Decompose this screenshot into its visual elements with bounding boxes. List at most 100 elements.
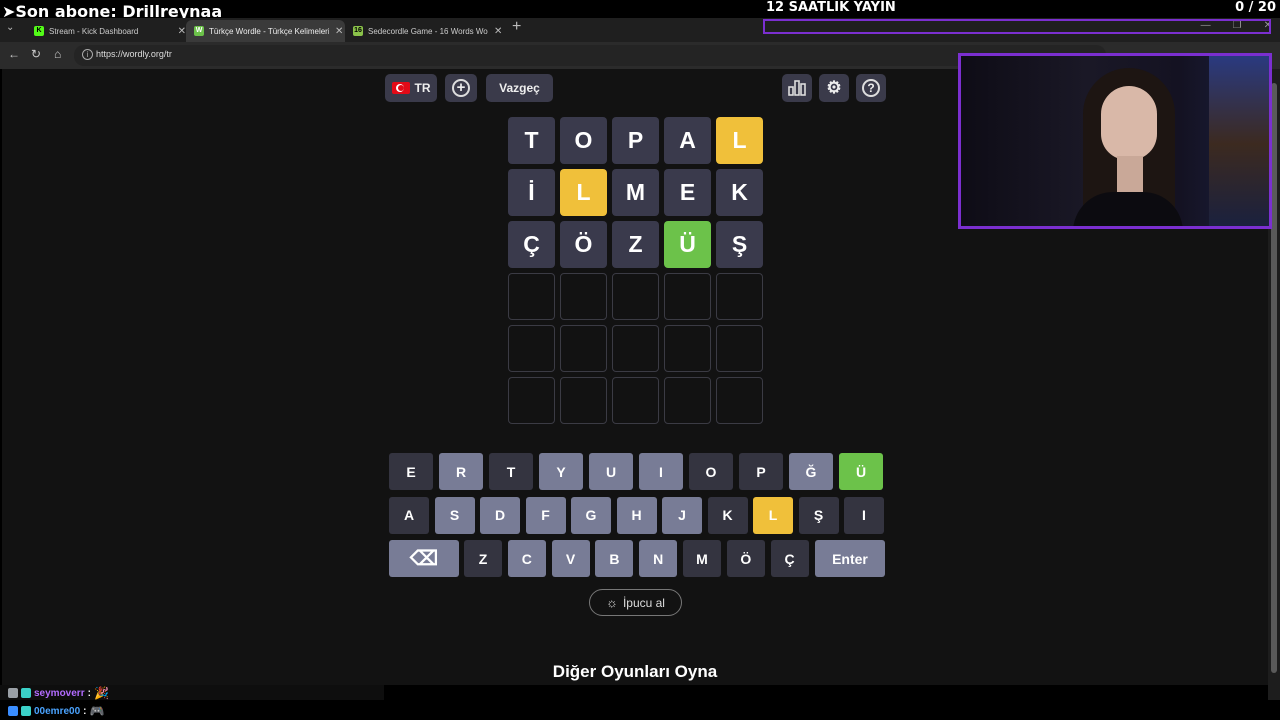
goal-counter: 0 / 20 [1235, 0, 1276, 15]
board-tile: O [560, 117, 607, 164]
key-y[interactable]: Y [539, 453, 583, 490]
key-i[interactable]: I [639, 453, 683, 490]
board-tile [560, 273, 607, 320]
tab-title: Türkçe Wordle - Türkçe Kelimeleri [209, 26, 329, 36]
key-m[interactable]: M [683, 540, 721, 577]
other-games-heading: Diğer Oyunları Oyna [552, 662, 718, 681]
key-h[interactable]: H [616, 496, 657, 534]
key-p[interactable]: P [739, 453, 783, 490]
key-ğ[interactable]: Ğ [789, 453, 833, 490]
help-icon: ? [862, 79, 880, 97]
chat-separator: : [87, 687, 91, 699]
board-tile: P [612, 117, 659, 164]
chat-badge-icon [21, 688, 31, 698]
give-up-button[interactable]: Vazgeç [486, 74, 553, 102]
key-s[interactable]: S [434, 496, 475, 534]
key-l[interactable]: L [753, 496, 793, 534]
hint-label: İpucu al [622, 595, 665, 610]
language-label: TR [414, 81, 431, 95]
key-v[interactable]: V [551, 540, 590, 577]
tab-close-icon[interactable]: ✕ [335, 26, 343, 37]
board-tile [508, 273, 555, 320]
board-tile [716, 273, 763, 320]
key-u[interactable]: U [589, 453, 633, 490]
board-tile [716, 377, 763, 424]
key-r[interactable]: R [439, 453, 483, 490]
tab-search-chevron-icon[interactable]: ⌄ [6, 22, 14, 33]
board-tile: T [508, 117, 555, 164]
chat-message: seymoverr : 🎉 [8, 686, 109, 700]
key-ç[interactable]: Ç [770, 540, 809, 577]
tab-kick-dashboard[interactable]: K Stream - Kick Dashboard ✕ [26, 20, 186, 42]
key-i[interactable]: I [844, 496, 884, 534]
stats-button[interactable] [782, 74, 812, 102]
board-tile: Ş [716, 221, 763, 268]
wordle-favicon-icon: W [194, 26, 204, 36]
webcam-overlay [958, 53, 1272, 229]
get-hint-button[interactable]: ☼ İpucu al [589, 589, 682, 616]
board-tile [612, 377, 659, 424]
tab-title: Stream - Kick Dashboard [49, 26, 139, 36]
tab-close-icon[interactable]: ✕ [178, 26, 186, 37]
home-icon[interactable]: ⌂ [54, 47, 61, 61]
board-tile: L [716, 117, 763, 164]
board-tile: Ö [560, 221, 607, 268]
key-j[interactable]: J [662, 496, 702, 534]
key-t[interactable]: T [489, 453, 533, 490]
key-g[interactable]: G [571, 496, 611, 534]
key-o[interactable]: O [689, 453, 733, 490]
key-z[interactable]: Z [464, 540, 502, 577]
board-tile [508, 325, 555, 372]
site-info-icon[interactable]: i [82, 49, 93, 60]
new-game-button[interactable]: + [445, 74, 477, 102]
board-tile: L [560, 169, 607, 216]
board-tile: E [664, 169, 711, 216]
key-e[interactable]: E [389, 453, 433, 490]
key-ü[interactable]: Ü [839, 453, 883, 490]
bottom-overlay [0, 700, 1280, 720]
stats-icon [788, 80, 806, 96]
board-tile [664, 273, 711, 320]
plus-circle-icon: + [452, 79, 470, 97]
board-tile [560, 325, 607, 372]
emote-icon: 🎮 [89, 704, 105, 718]
backspace-key[interactable]: ⌫ [389, 540, 459, 577]
chat-separator: : [83, 705, 87, 717]
reload-icon[interactable]: ↻ [31, 47, 41, 61]
tab-turkce-wordle[interactable]: W Türkçe Wordle - Türkçe Kelimeleri ✕ [186, 20, 345, 42]
chat-badge-icon [21, 706, 31, 716]
help-button[interactable]: ? [856, 74, 886, 102]
board-tile [664, 377, 711, 424]
tab-close-icon[interactable]: ✕ [494, 26, 502, 37]
tab-sedecordle[interactable]: 16 Sedecordle Game - 16 Words Wor ✕ [345, 20, 505, 42]
board-tile: M [612, 169, 659, 216]
url-field[interactable]: i https://wordly.org/tr [74, 45, 1106, 66]
board-tile: İ [508, 169, 555, 216]
new-tab-button[interactable]: + [512, 18, 521, 36]
key-ö[interactable]: Ö [726, 540, 765, 577]
key-k[interactable]: K [707, 496, 748, 534]
key-ş[interactable]: Ş [798, 496, 839, 534]
key-b[interactable]: B [595, 540, 634, 577]
gear-icon: ⚙ [826, 78, 842, 97]
board-tile: K [716, 169, 763, 216]
lightbulb-icon: ☼ [606, 595, 618, 610]
key-d[interactable]: D [480, 496, 520, 534]
key-c[interactable]: C [507, 540, 546, 577]
chat-username: seymoverr [34, 687, 85, 699]
chat-message: 00emre00 : 🎮 [8, 704, 104, 718]
board-tile [612, 273, 659, 320]
back-arrow-icon[interactable]: ← [8, 47, 20, 61]
enter-key[interactable]: Enter [815, 540, 885, 577]
settings-button[interactable]: ⚙ [819, 74, 849, 102]
key-f[interactable]: F [525, 496, 566, 534]
board-tile [560, 377, 607, 424]
key-n[interactable]: N [639, 540, 678, 577]
url-text: https://wordly.org/tr [96, 49, 172, 59]
language-button[interactable]: TR [385, 74, 437, 102]
stream-title: 12 SAATLIK YAYIN [766, 0, 896, 15]
kick-favicon-icon: K [34, 26, 44, 36]
key-a[interactable]: A [389, 496, 429, 534]
turkey-flag-icon [391, 82, 410, 94]
sedecordle-favicon-icon: 16 [353, 26, 363, 36]
